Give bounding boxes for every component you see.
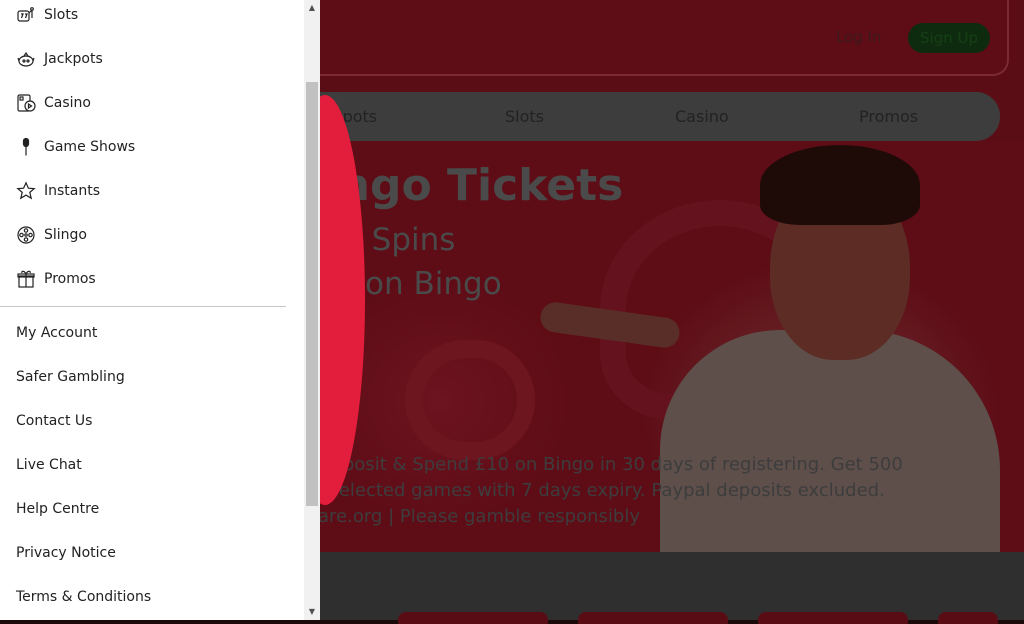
menu-link-help-centre[interactable]: Help Centre <box>16 501 99 517</box>
menu-item-slots[interactable]: Slots <box>0 0 286 37</box>
scroll-up-arrow-icon[interactable]: ▲ <box>304 0 320 16</box>
gift-icon <box>16 269 36 289</box>
menu-item-jackpots[interactable]: Jackpots <box>0 37 286 81</box>
casino-icon <box>16 93 36 113</box>
microphone-icon <box>16 137 36 157</box>
presenter-hair <box>760 145 920 225</box>
menu-item-label: Promos <box>44 271 96 287</box>
nav-item-promos[interactable]: Promos <box>859 107 918 126</box>
nav-item-slots[interactable]: Slots <box>505 107 544 126</box>
menu-item-label: Casino <box>44 95 91 111</box>
scrollbar-thumb[interactable] <box>306 82 318 506</box>
menu-item-label: Jackpots <box>44 51 103 67</box>
menu-link-safer-gambling[interactable]: Safer Gambling <box>16 369 125 385</box>
menu-link-privacy-notice[interactable]: Privacy Notice <box>16 545 116 561</box>
menu-link-live-chat[interactable]: Live Chat <box>16 457 82 473</box>
game-tile[interactable] <box>938 612 998 624</box>
menu-item-casino[interactable]: Casino <box>0 81 286 125</box>
game-tile[interactable] <box>578 612 728 624</box>
menu-divider <box>0 306 286 307</box>
heart-graphic-small <box>405 340 535 460</box>
menu-item-label: Slingo <box>44 227 87 243</box>
star-icon <box>16 181 36 201</box>
menu-link-contact-us[interactable]: Contact Us <box>16 413 92 429</box>
game-tile[interactable] <box>398 612 548 624</box>
menu-item-slingo[interactable]: Slingo <box>0 213 286 257</box>
slingo-icon <box>16 225 36 245</box>
menu-item-promos[interactable]: Promos <box>0 257 286 301</box>
menu-item-instants[interactable]: Instants <box>0 169 286 213</box>
menu-item-label: Slots <box>44 7 79 23</box>
signup-button[interactable]: Sign Up <box>908 23 990 53</box>
menu-item-game-shows[interactable]: Game Shows <box>0 125 286 169</box>
side-menu: Slots Jackpots Casino Game Shows Instant… <box>0 0 304 620</box>
scroll-down-arrow-icon[interactable]: ▼ <box>304 604 320 620</box>
menu-item-label: Instants <box>44 183 101 199</box>
menu-item-label: Game Shows <box>44 139 136 155</box>
hero-terms-line: are.org | Please gamble responsibly <box>318 506 640 527</box>
menu-scrollbar[interactable]: ▲ ▼ <box>304 0 320 620</box>
jackpots-icon <box>16 49 36 69</box>
game-tile[interactable] <box>758 612 908 624</box>
hero-terms-line: Deposit & Spend £10 on Bingo in 30 days … <box>318 454 903 475</box>
nav-item-casino[interactable]: Casino <box>675 107 729 126</box>
presenter-body <box>660 330 1000 552</box>
hero-terms-line: , selected games with 7 days expiry. Pay… <box>318 480 885 501</box>
menu-link-terms-conditions[interactable]: Terms & Conditions <box>16 589 151 605</box>
slots-icon <box>16 5 36 25</box>
login-link[interactable]: Log In <box>836 28 882 46</box>
menu-link-my-account[interactable]: My Account <box>16 325 97 341</box>
